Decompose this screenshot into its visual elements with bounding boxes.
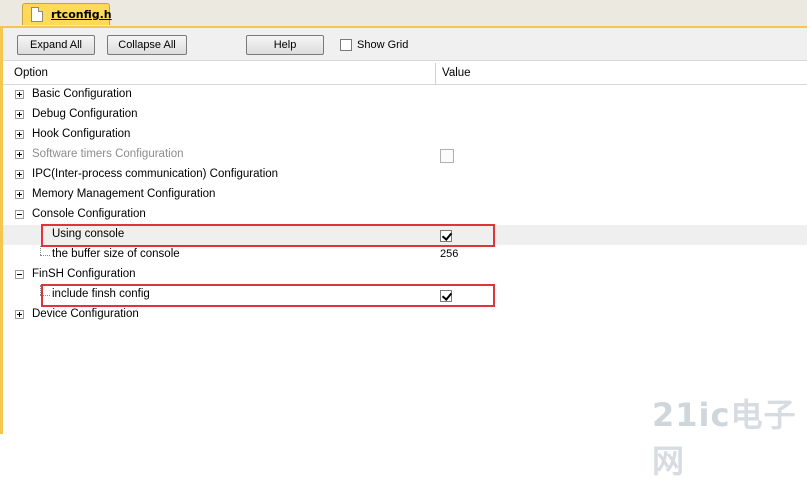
tree-row-ipc-configuration[interactable]: IPC(Inter-process communication) Configu… xyxy=(3,165,807,185)
row-label: the buffer size of console xyxy=(52,248,180,260)
row-label: Console Configuration xyxy=(32,208,146,220)
file-icon xyxy=(31,7,43,22)
console-buffer-size-value[interactable]: 256 xyxy=(440,248,458,260)
show-grid-label: Show Grid xyxy=(357,39,409,51)
tab-strip: rtconfig.h xyxy=(0,0,807,28)
expand-plus-icon[interactable] xyxy=(15,110,24,119)
tab-label: rtconfig.h xyxy=(51,8,112,21)
row-label: Software timers Configuration xyxy=(32,148,184,160)
site-watermark-logo: 21ic电子网 xyxy=(652,390,807,482)
row-label: IPC(Inter-process communication) Configu… xyxy=(32,168,279,180)
row-label: Hook Configuration xyxy=(32,128,131,140)
software-timers-checkbox[interactable] xyxy=(440,149,454,163)
tree-row-device-configuration[interactable]: Device Configuration xyxy=(3,305,807,325)
tree-row-software-timers-configuration[interactable]: Software timers Configuration xyxy=(3,145,807,165)
expand-plus-icon[interactable] xyxy=(15,150,24,159)
expand-plus-icon[interactable] xyxy=(15,130,24,139)
tree-row-finsh-configuration[interactable]: FinSH Configuration xyxy=(3,265,807,285)
tree-row-console-buffer-size[interactable]: the buffer size of console 256 xyxy=(3,245,807,265)
tab-rtconfig[interactable]: rtconfig.h xyxy=(22,3,112,25)
collapse-minus-icon[interactable] xyxy=(15,210,24,219)
column-header-option[interactable]: Option xyxy=(14,67,48,79)
row-label: FinSH Configuration xyxy=(32,268,136,280)
row-label: Debug Configuration xyxy=(32,108,138,120)
show-grid-toggle[interactable]: Show Grid xyxy=(340,38,408,52)
row-label: Basic Configuration xyxy=(32,88,132,100)
grid-header: Option Value xyxy=(3,63,807,85)
tree-row-debug-configuration[interactable]: Debug Configuration xyxy=(3,105,807,125)
expand-plus-icon[interactable] xyxy=(15,170,24,179)
expand-all-button[interactable]: Expand All xyxy=(17,35,95,55)
tree-row-hook-configuration[interactable]: Hook Configuration xyxy=(3,125,807,145)
tree-row-basic-configuration[interactable]: Basic Configuration xyxy=(3,85,807,105)
tree-row-console-configuration[interactable]: Console Configuration xyxy=(3,205,807,225)
column-header-value[interactable]: Value xyxy=(442,67,471,79)
row-label: Device Configuration xyxy=(32,308,139,320)
value-cell xyxy=(440,149,454,163)
collapse-all-button[interactable]: Collapse All xyxy=(107,35,187,55)
expand-plus-icon[interactable] xyxy=(15,90,24,99)
tree-row-memory-management-configuration[interactable]: Memory Management Configuration xyxy=(3,185,807,205)
column-divider[interactable] xyxy=(435,63,436,85)
row-label: Memory Management Configuration xyxy=(32,188,216,200)
expand-plus-icon[interactable] xyxy=(15,190,24,199)
expand-plus-icon[interactable] xyxy=(15,310,24,319)
annotation-box-include-finsh xyxy=(41,284,495,307)
show-grid-checkbox[interactable] xyxy=(340,39,352,51)
help-button[interactable]: Help xyxy=(246,35,324,55)
annotation-box-using-console xyxy=(41,224,495,247)
watermark-text: 21ic xyxy=(652,396,731,434)
collapse-minus-icon[interactable] xyxy=(15,270,24,279)
